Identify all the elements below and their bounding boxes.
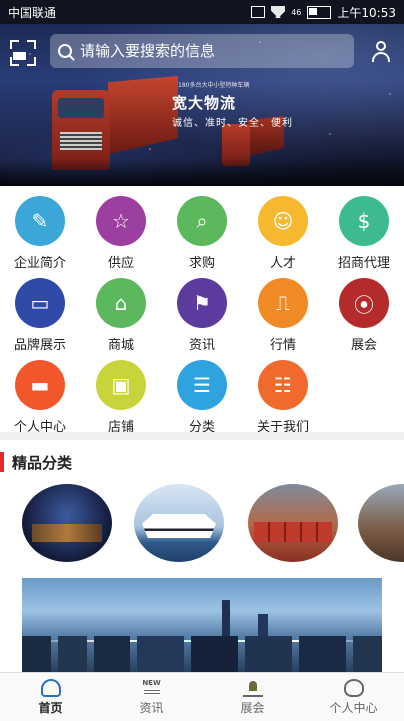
- search-icon: [58, 44, 72, 58]
- grid-item-brand-showcase[interactable]: ▭ 品牌展示: [0, 272, 80, 354]
- featured-section-header: 精品分类: [0, 450, 72, 474]
- store-icon: ⌂: [96, 278, 146, 328]
- news-icon: NEW: [142, 679, 162, 697]
- section-accent-bar: [0, 452, 4, 472]
- clock: 上午10:53: [337, 5, 396, 20]
- profile-icon: [343, 678, 364, 697]
- grid-item-purchase[interactable]: ⌕ 求购: [162, 190, 242, 272]
- grid-item-news[interactable]: ⚑ 资讯: [162, 272, 242, 354]
- star-icon: ☆: [96, 196, 146, 246]
- person-icon: ☺: [258, 196, 308, 246]
- tab-home[interactable]: 首页: [0, 673, 101, 721]
- grid-label: 商城: [107, 338, 134, 353]
- banner-road: [0, 158, 404, 186]
- grid-item-about-us[interactable]: ☷ 关于我们: [243, 354, 323, 436]
- screen-icon: ▭: [15, 278, 65, 328]
- grid-item-personal-center[interactable]: ▬ 个人中心: [0, 354, 80, 436]
- user-icon[interactable]: [370, 40, 392, 62]
- grid-label: 品牌展示: [13, 338, 66, 353]
- scan-icon[interactable]: [10, 40, 36, 66]
- grid-label: 人才: [269, 256, 296, 271]
- edit-icon: ✎: [15, 196, 65, 246]
- section-title: 精品分类: [12, 453, 73, 472]
- grid-label: 供应: [107, 256, 134, 271]
- tab-label: 资讯: [139, 700, 164, 715]
- carrier-label: 中国联通: [8, 5, 57, 20]
- news-badge: NEW: [142, 678, 161, 687]
- search-input[interactable]: [78, 41, 354, 61]
- dollar-icon: $: [339, 196, 389, 246]
- location-icon: ⦿: [339, 278, 389, 328]
- grid-item-company-intro[interactable]: ✎ 企业简介: [0, 190, 80, 272]
- banner-tagline: 诚信、准时、安全、便利: [172, 118, 293, 129]
- search-icon: ⌕: [177, 196, 227, 246]
- grid-label: 资讯: [188, 338, 215, 353]
- city-skyline: [22, 636, 382, 672]
- status-icons: 46 上午10:53: [251, 4, 396, 21]
- tab-profile[interactable]: 个人中心: [303, 673, 404, 721]
- battery-icon: [307, 5, 332, 19]
- banner-brand: 宽大物流: [172, 94, 237, 112]
- folder-icon: ▬: [15, 360, 65, 410]
- banner-small-text: 180多台大中小型特种车辆: [178, 82, 250, 89]
- city-banner-image[interactable]: [22, 578, 382, 672]
- network-label: 46: [291, 7, 302, 17]
- tab-news[interactable]: NEW 资讯: [101, 673, 202, 721]
- box-icon: ▣: [96, 360, 146, 410]
- grid-item-talent[interactable]: ☺ 人才: [243, 190, 323, 272]
- sliders-icon: ☰: [177, 360, 227, 410]
- section-divider: [0, 432, 404, 440]
- featured-image-warehouse[interactable]: [22, 484, 112, 562]
- featured-image-ship[interactable]: [134, 484, 224, 562]
- grid-item-shop[interactable]: ▣ 店铺: [81, 354, 161, 436]
- grid-item-market[interactable]: ⎍ 行情: [243, 272, 323, 354]
- grid-item-supply[interactable]: ☆ 供应: [81, 190, 161, 272]
- tab-label: 展会: [240, 700, 265, 715]
- grid-item-exhibition[interactable]: ⦿ 展会: [324, 272, 404, 354]
- grid-item-investment-agent[interactable]: $ 招商代理: [324, 190, 404, 272]
- grid-item-categories[interactable]: ☰ 分类: [162, 354, 242, 436]
- status-bar: 中国联通 46 上午10:53: [0, 0, 404, 24]
- home-icon: [40, 678, 61, 697]
- grid-label: 招商代理: [337, 256, 390, 271]
- featured-image-train[interactable]: [248, 484, 338, 562]
- contact-card-icon: ☷: [258, 360, 308, 410]
- tab-label: 首页: [38, 700, 63, 715]
- search-bar[interactable]: [50, 34, 354, 68]
- vibrate-icon: [251, 6, 266, 18]
- flag-icon: ⚑: [177, 278, 227, 328]
- bottom-tab-bar: 首页 NEW 资讯 展会 个人中心: [0, 672, 404, 721]
- featured-image-trucks[interactable]: [358, 484, 404, 562]
- grid-label: 行情: [269, 338, 296, 353]
- tab-label: 个人中心: [329, 700, 378, 715]
- chart-icon: ⎍: [258, 278, 308, 328]
- grid-item-mall[interactable]: ⌂ 商城: [81, 272, 161, 354]
- featured-categories-row: [0, 484, 404, 564]
- grid-label: 企业简介: [13, 256, 66, 271]
- grid-label: 求购: [188, 256, 215, 271]
- grid-label: 展会: [350, 338, 377, 353]
- wifi-icon: [271, 6, 286, 18]
- tab-expo[interactable]: 展会: [202, 673, 303, 721]
- expo-icon: [242, 679, 263, 697]
